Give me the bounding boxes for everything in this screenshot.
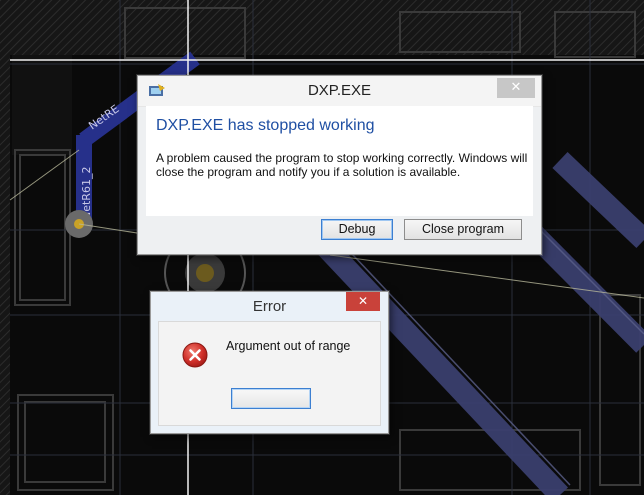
debug-button[interactable]: Debug (321, 219, 393, 240)
close-icon[interactable]: ✕ (497, 78, 535, 98)
crash-dialog: DXP.EXE ✕ DXP.EXE has stopped working A … (137, 75, 542, 255)
ok-button[interactable] (231, 388, 311, 409)
error-dialog-body: Argument out of range (158, 321, 381, 426)
error-icon (182, 342, 208, 368)
close-icon[interactable]: ✕ (346, 292, 380, 311)
error-dialog-titlebar[interactable]: Error ✕ (151, 292, 388, 321)
crash-dialog-title: DXP.EXE (307, 82, 372, 99)
crash-heading: DXP.EXE has stopped working (156, 117, 375, 134)
crash-message: A problem caused the program to stop wor… (156, 151, 528, 179)
crash-dialog-body: DXP.EXE has stopped working A problem ca… (146, 106, 533, 216)
close-program-button[interactable]: Close program (404, 219, 522, 240)
error-dialog: Error ✕ Argument out of range (150, 291, 389, 434)
crash-dialog-titlebar[interactable]: DXP.EXE ✕ (138, 76, 541, 107)
error-message: Argument out of range (226, 339, 351, 353)
